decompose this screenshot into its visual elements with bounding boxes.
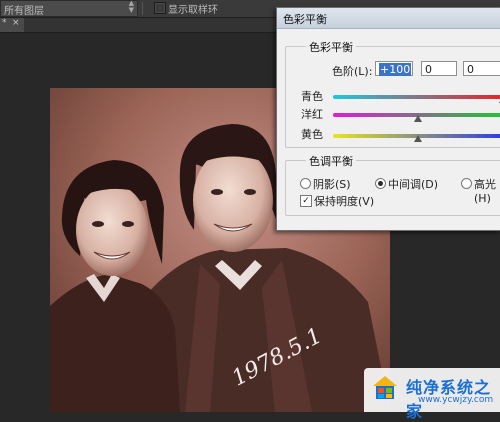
levels-label: 色阶(L):	[332, 65, 373, 78]
slider-thumb-magenta-green[interactable]	[414, 115, 422, 122]
radio-highlights[interactable]	[461, 178, 472, 189]
slider-cyan-red[interactable]	[333, 95, 500, 99]
radio-shadows-label: 阴影(S)	[313, 178, 351, 191]
slider-thumb-yellow-blue[interactable]	[414, 135, 422, 142]
toolbar-divider	[142, 2, 143, 15]
slider-label-cyan: 青色	[301, 90, 323, 103]
radio-shadows[interactable]	[300, 178, 311, 189]
show-sample-ring-checkbox[interactable]	[154, 2, 166, 14]
slider-label-magenta: 洋红	[301, 108, 323, 121]
level-input-magenta-green[interactable]: 0	[421, 61, 457, 76]
radio-midtones-label: 中间调(D)	[388, 178, 439, 191]
preserve-luminosity-checkbox[interactable]: ✓	[300, 195, 312, 207]
dialog-title: 色彩平衡	[283, 13, 327, 26]
document-tab[interactable]: * ×	[0, 18, 24, 32]
radio-highlights-label: 高光(H)	[474, 178, 496, 205]
show-sample-ring-label: 显示取样环	[168, 5, 218, 16]
level-input-cyan-red[interactable]: +100	[375, 61, 413, 76]
color-balance-dialog: 色彩平衡 色彩平衡 色阶(L): +100 0 0 青色 洋红 黄色 色调平衡 …	[276, 7, 500, 231]
close-icon[interactable]: ×	[12, 18, 20, 28]
modified-marker: *	[2, 18, 7, 28]
watermark-url: www.ycwjzy.com	[418, 395, 494, 405]
preserve-luminosity-label: 保持明度(V)	[314, 195, 375, 208]
dialog-titlebar[interactable]: 色彩平衡	[277, 8, 500, 29]
radio-selected-dot	[378, 181, 383, 186]
sample-layer-value: 所有图层	[4, 6, 44, 17]
sample-layer-select[interactable]: 所有图层 ▲ ▼	[0, 0, 138, 17]
select-arrows-icon: ▲ ▼	[128, 0, 134, 14]
level-input-yellow-blue[interactable]: 0	[463, 61, 500, 76]
house-logo-icon	[373, 376, 397, 399]
tone-balance-group-title: 色调平衡	[306, 153, 356, 169]
radio-midtones[interactable]	[375, 178, 386, 189]
slider-label-yellow: 黄色	[301, 128, 323, 141]
color-balance-group-title: 色彩平衡	[306, 39, 356, 55]
site-watermark: 纯净系统之家 www.ycwjzy.com	[364, 368, 500, 421]
